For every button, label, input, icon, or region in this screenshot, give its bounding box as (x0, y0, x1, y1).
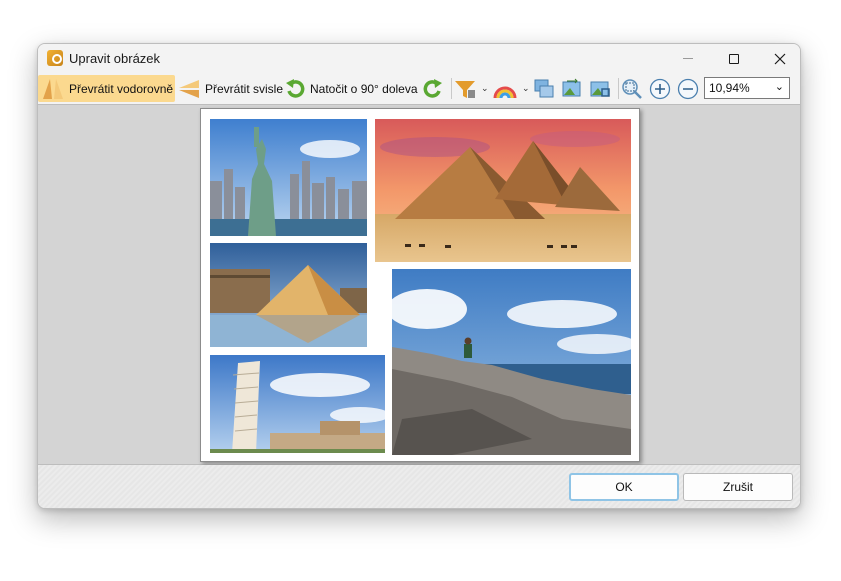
zoom-out-button[interactable] (677, 75, 701, 102)
ok-button[interactable]: OK (569, 473, 679, 501)
maximize-icon (729, 53, 739, 64)
image-canvas (38, 104, 800, 465)
flip-horizontal-icon (43, 78, 63, 99)
flip-vertical-label: Převrátit svisle (204, 81, 283, 96)
zoom-fit-button[interactable] (621, 75, 645, 102)
rotate-right-icon (423, 78, 442, 98)
chevron-down-icon: ⌄ (774, 81, 784, 93)
zoom-in-icon (649, 78, 671, 99)
rotate-left-icon (286, 78, 305, 98)
replace-image-icon (562, 78, 581, 96)
color-icon (493, 86, 517, 98)
cancel-button[interactable]: Zrušit (683, 473, 793, 501)
flip-vertical-button[interactable]: Převrátit svisle (177, 75, 283, 102)
title-bar: Upravit obrázek (38, 44, 800, 73)
rotate-right-button[interactable] (422, 75, 448, 102)
replace-image-button[interactable] (561, 75, 587, 102)
zoom-out-icon (677, 78, 699, 99)
maximize-button[interactable] (711, 44, 757, 73)
crop-image-button[interactable] (589, 75, 615, 102)
image-preview[interactable] (200, 108, 640, 462)
louvre-photo (210, 243, 367, 347)
pyramids-photo (375, 119, 631, 262)
dialog-footer: OK Zrušit (38, 465, 800, 508)
flip-horizontal-button[interactable]: Převrátit vodorovně (38, 75, 175, 102)
filter-icon (455, 80, 475, 98)
rotate-left-button[interactable]: Natočit o 90° doleva (284, 75, 420, 102)
edit-image-dialog: Upravit obrázek Převrátit vodorovně Přev… (37, 43, 801, 509)
rotate-left-label: Natočit o 90° doleva (310, 81, 418, 96)
copy-image-icon (534, 79, 554, 97)
filter-chevron-down-icon[interactable]: ⌄ (481, 83, 489, 94)
toolbar-separator (451, 78, 452, 99)
color-button[interactable] (493, 75, 519, 102)
toolbar-separator (618, 78, 619, 99)
zoom-in-button[interactable] (649, 75, 673, 102)
close-button[interactable] (757, 44, 800, 73)
flip-vertical-icon (178, 79, 199, 98)
minimize-button[interactable] (665, 44, 711, 73)
copy-image-button[interactable] (533, 75, 559, 102)
toolbar: Převrátit vodorovně Převrátit svisle Nat… (38, 73, 800, 104)
statue-of-liberty-photo (210, 119, 367, 236)
minimize-icon (683, 58, 693, 59)
zoom-fit-icon (622, 78, 642, 99)
leaning-tower-photo (210, 355, 385, 453)
zoom-select[interactable]: 10,94% ⌄ (704, 77, 790, 99)
color-chevron-down-icon[interactable]: ⌄ (522, 83, 530, 94)
zoom-value: 10,94% (709, 81, 750, 95)
seaside-rocks-photo (392, 269, 631, 455)
filter-button[interactable] (454, 75, 480, 102)
window-title: Upravit obrázek (69, 51, 161, 66)
close-icon (774, 53, 786, 64)
app-logo-icon (47, 50, 63, 66)
crop-image-icon (590, 81, 610, 97)
flip-horizontal-label: Převrátit vodorovně (69, 81, 174, 96)
